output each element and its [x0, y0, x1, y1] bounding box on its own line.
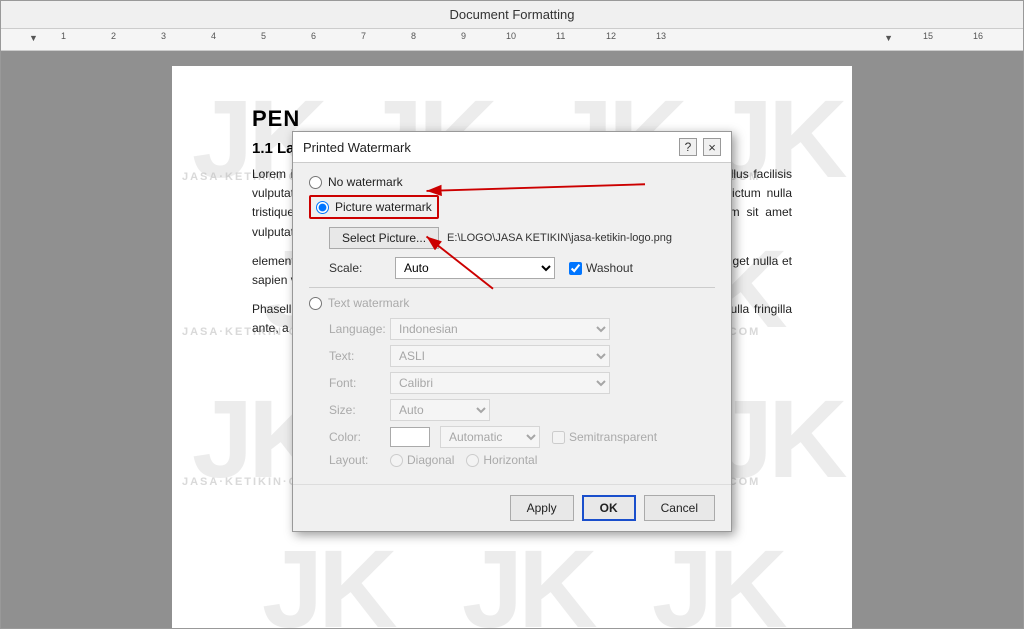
horizontal-radio	[466, 454, 479, 467]
text-watermark-fields: Language: Indonesian Text: ASLI	[329, 318, 715, 467]
dialog-overlay: Printed Watermark ? × No watermark	[1, 51, 1023, 628]
ruler: ▼ 1 2 3 4 5 6 7 8 9 10 11 12 13 ▼ 15 16	[1, 29, 1023, 51]
text-select: ASLI	[390, 345, 610, 367]
window-title: Document Formatting	[450, 7, 575, 22]
semitransparent-checkbox	[552, 431, 565, 444]
font-select: Calibri	[390, 372, 610, 394]
ok-button[interactable]: OK	[582, 495, 636, 521]
select-picture-row: Select Picture... E:\LOGO\JASA KETIKIN\j…	[329, 227, 715, 249]
no-watermark-label[interactable]: No watermark	[328, 175, 403, 189]
ruler-marks: ▼ 1 2 3 4 5 6 7 8 9 10 11 12 13 ▼ 15 16	[11, 29, 1013, 50]
select-picture-button[interactable]: Select Picture...	[329, 227, 439, 249]
dialog-titlebar: Printed Watermark ? ×	[293, 132, 731, 163]
title-bar: Document Formatting	[1, 1, 1023, 29]
ruler-mark: 7	[361, 31, 366, 41]
color-swatch	[390, 427, 430, 447]
size-label: Size:	[329, 403, 384, 417]
ruler-mark: 6	[311, 31, 316, 41]
dialog-help-button[interactable]: ?	[679, 138, 697, 156]
picture-path: E:\LOGO\JASA KETIKIN\jasa-ketikin-logo.p…	[447, 232, 672, 244]
language-select: Indonesian	[390, 318, 610, 340]
horizontal-option: Horizontal	[466, 453, 537, 467]
color-label: Color:	[329, 430, 384, 444]
text-watermark-label[interactable]: Text watermark	[328, 296, 409, 310]
ruler-mark: 5	[261, 31, 266, 41]
color-row: Color: Automatic Semitransparent	[329, 426, 715, 448]
ruler-mark: 4	[211, 31, 216, 41]
main-window: Document Formatting ▼ 1 2 3 4 5 6 7 8 9 …	[0, 0, 1024, 629]
text-row: Text: ASLI	[329, 345, 715, 367]
ruler-mark: 11	[556, 31, 565, 41]
no-watermark-radio[interactable]	[309, 176, 322, 189]
size-select: Auto	[390, 399, 490, 421]
font-label: Font:	[329, 376, 384, 390]
ruler-mark: 13	[656, 31, 666, 41]
dialog-controls: ? ×	[679, 138, 721, 156]
ruler-mark: 12	[606, 31, 616, 41]
layout-options: Diagonal Horizontal	[390, 453, 537, 467]
diagonal-radio	[390, 454, 403, 467]
layout-row: Layout: Diagonal Horizontal	[329, 453, 715, 467]
dialog-footer: Apply OK Cancel	[293, 484, 731, 531]
doc-area: JK JK JK JK JASA·KETIKIN·COM JASA·KETIKI…	[1, 51, 1023, 628]
ruler-mark: 1	[61, 31, 66, 41]
dialog-title: Printed Watermark	[303, 140, 411, 155]
ruler-mark: 10	[506, 31, 516, 41]
scale-select[interactable]: Auto	[395, 257, 555, 279]
dialog-body: No watermark Picture watermark Select Pi…	[293, 163, 731, 484]
semitransparent-label: Semitransparent	[552, 430, 657, 444]
picture-watermark-label[interactable]: Picture watermark	[335, 200, 432, 214]
cancel-button[interactable]: Cancel	[644, 495, 715, 521]
ruler-mark: 15	[923, 31, 933, 41]
color-select: Automatic	[440, 426, 540, 448]
size-row: Size: Auto	[329, 399, 715, 421]
washout-label: Washout	[586, 261, 633, 275]
ruler-mark: 9	[461, 31, 466, 41]
apply-button[interactable]: Apply	[510, 495, 574, 521]
no-watermark-row: No watermark	[309, 175, 715, 189]
ruler-mark: 16	[973, 31, 983, 41]
ruler-mark: 3	[161, 31, 166, 41]
text-watermark-radio[interactable]	[309, 297, 322, 310]
ruler-mark: 8	[411, 31, 416, 41]
diagonal-option: Diagonal	[390, 453, 454, 467]
washout-checkbox[interactable]	[569, 262, 582, 275]
text-label: Text:	[329, 349, 384, 363]
ruler-mark: 2	[111, 31, 116, 41]
washout-checkbox-label[interactable]: Washout	[569, 261, 633, 275]
dialog-close-button[interactable]: ×	[703, 138, 721, 156]
text-watermark-row: Text watermark	[309, 296, 715, 310]
picture-watermark-radio[interactable]	[316, 201, 329, 214]
separator-1	[309, 287, 715, 288]
language-row: Language: Indonesian	[329, 318, 715, 340]
picture-watermark-box: Picture watermark	[309, 195, 439, 219]
diagonal-label: Diagonal	[407, 453, 454, 467]
semitransparent-text: Semitransparent	[569, 430, 657, 444]
language-label: Language:	[329, 322, 384, 336]
horizontal-label: Horizontal	[483, 453, 537, 467]
font-row: Font: Calibri	[329, 372, 715, 394]
printed-watermark-dialog: Printed Watermark ? × No watermark	[292, 131, 732, 532]
layout-label: Layout:	[329, 453, 384, 467]
scale-row: Scale: Auto Washout	[329, 257, 715, 279]
scale-label: Scale:	[329, 261, 389, 275]
